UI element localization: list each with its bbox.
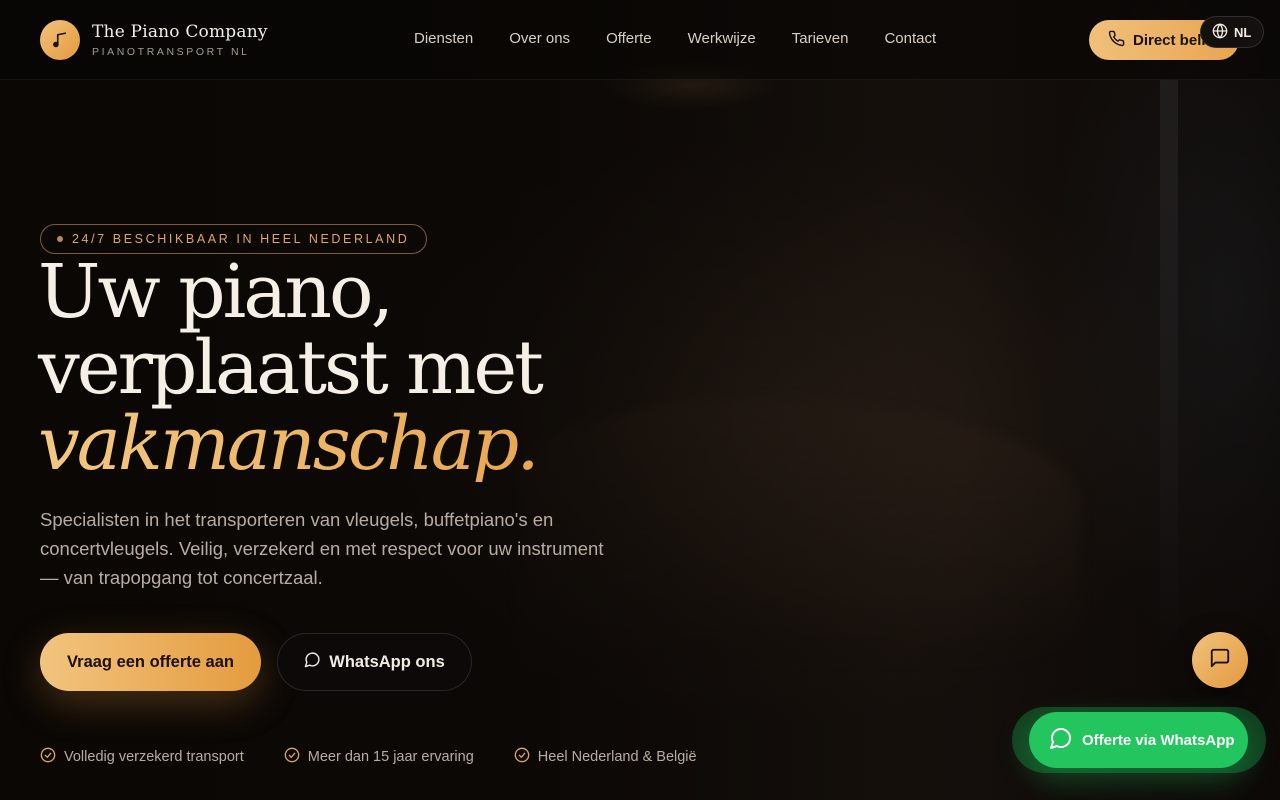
check-circle-icon (40, 747, 56, 767)
site-header: The Piano Company PIANOTRANSPORT NL Dien… (0, 0, 1280, 80)
whatsapp-us-button[interactable]: WhatsApp ons (277, 633, 472, 691)
nav-item-werkwijze[interactable]: Werkwijze (688, 30, 756, 47)
chat-square-icon (1209, 647, 1231, 674)
check-circle-icon (514, 747, 530, 767)
feature-label: Volledig verzekerd transport (64, 749, 244, 765)
nav-item-offerte[interactable]: Offerte (606, 30, 652, 47)
hero-title: Uw piano, verplaatst met vakmanschap. (38, 254, 738, 482)
main-nav: Diensten Over ons Offerte Werkwijze Tari… (414, 30, 936, 47)
hero-title-accent: vakmanschap. (38, 406, 738, 482)
check-circle-icon (284, 747, 300, 767)
whatsapp-quote-button[interactable]: Offerte via WhatsApp (1029, 712, 1248, 768)
availability-badge-label: 24/7 BESCHIKBAAR IN HEEL NEDERLAND (72, 232, 410, 246)
hero-title-line-2: verplaatst met (38, 325, 544, 411)
feature-list: Volledig verzekerd transport Meer dan 15… (40, 747, 697, 767)
language-label: NL (1234, 24, 1252, 40)
hero-title-line-1: Uw piano, (38, 249, 394, 335)
status-dot (57, 236, 63, 242)
feature-item: Heel Nederland & België (514, 747, 697, 767)
language-switcher[interactable]: NL (1200, 16, 1264, 48)
nav-item-diensten[interactable]: Diensten (414, 30, 473, 47)
whatsapp-quote-label: Offerte via WhatsApp (1082, 731, 1235, 749)
globe-icon (1212, 22, 1228, 42)
feature-item: Volledig verzekerd transport (40, 747, 244, 767)
brand-logo[interactable]: The Piano Company PIANOTRANSPORT NL (40, 20, 268, 60)
nav-item-over-ons[interactable]: Over ons (509, 30, 570, 47)
chat-widget-button[interactable] (1192, 632, 1248, 688)
feature-label: Meer dan 15 jaar ervaring (307, 749, 474, 765)
feature-label: Heel Nederland & België (537, 749, 697, 765)
brand-text: The Piano Company PIANOTRANSPORT NL (92, 22, 268, 58)
whatsapp-icon (1049, 726, 1073, 754)
request-quote-button[interactable]: Vraag een offerte aan (40, 633, 261, 691)
feature-item: Meer dan 15 jaar ervaring (284, 747, 474, 767)
hero-lead-text: Specialisten in het transporteren van vl… (40, 509, 604, 588)
brand-name: The Piano Company (92, 22, 268, 42)
brand-subtitle: PIANOTRANSPORT NL (92, 46, 250, 58)
phone-icon (1108, 30, 1125, 51)
nav-item-contact[interactable]: Contact (884, 30, 936, 47)
nav-item-tarieven[interactable]: Tarieven (792, 30, 849, 47)
chat-bubble-icon (304, 651, 321, 673)
whatsapp-us-label: WhatsApp ons (329, 652, 445, 671)
music-note-icon (40, 20, 80, 60)
